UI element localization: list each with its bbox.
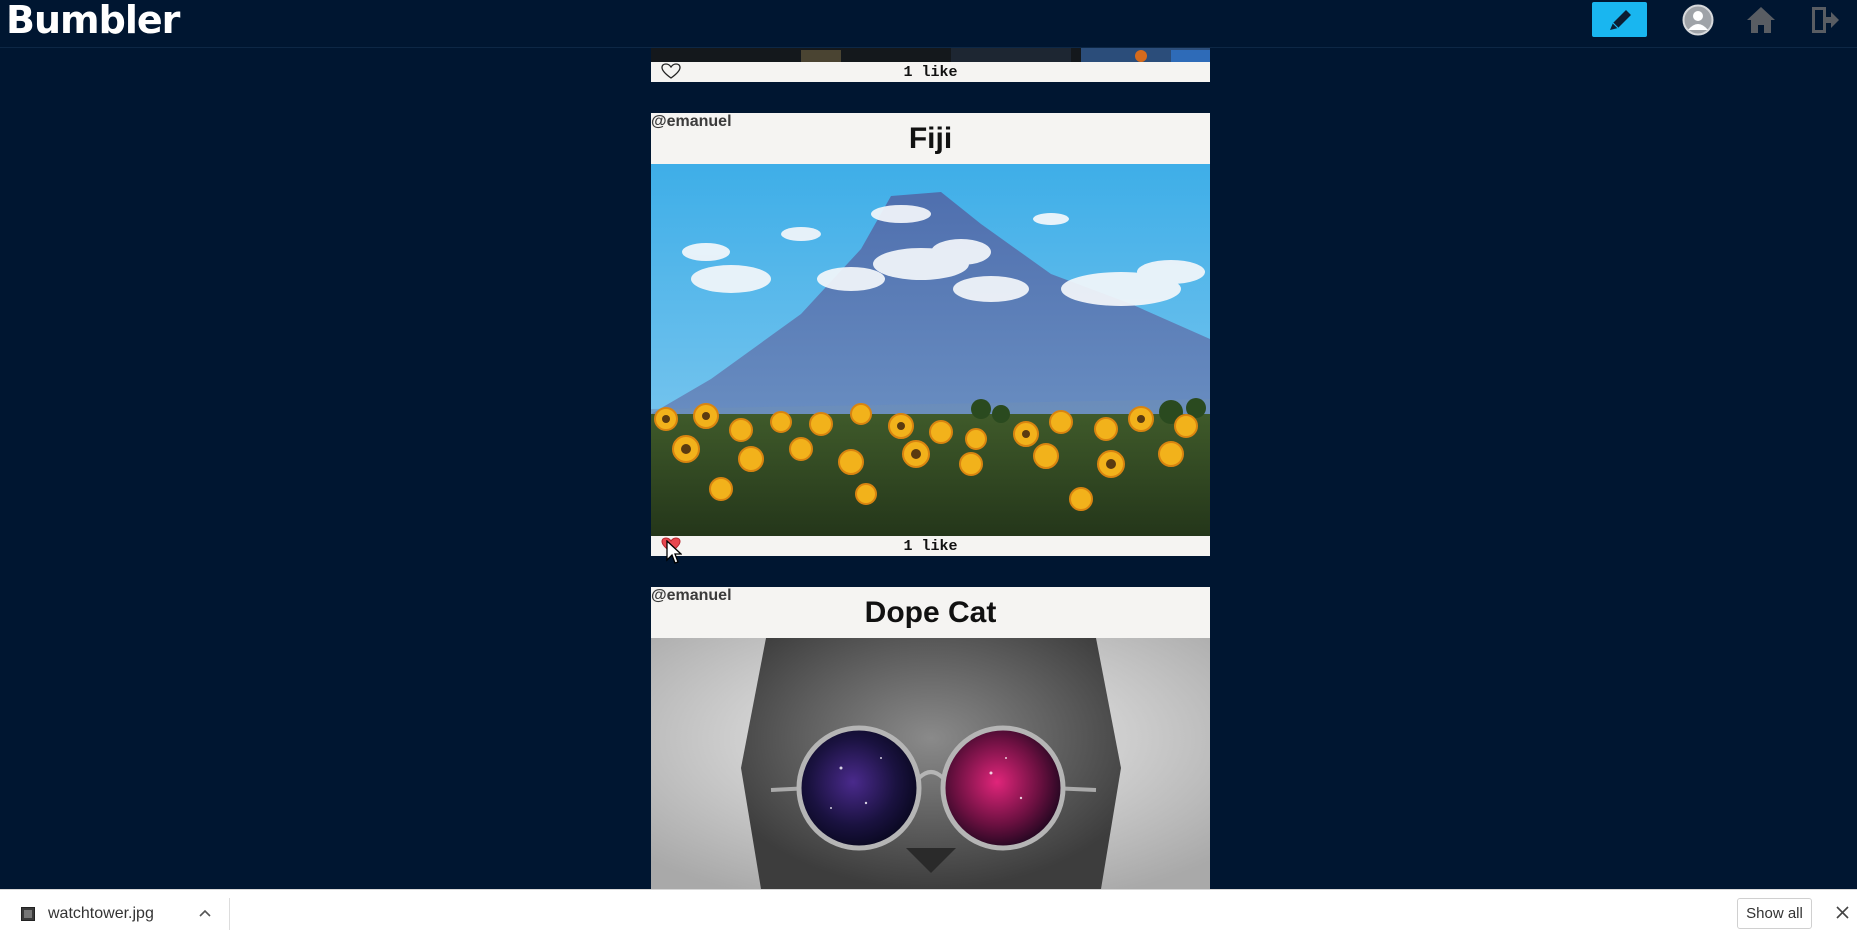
top-nav: Bumbler — [0, 0, 1857, 48]
image-file-icon — [21, 907, 35, 921]
download-bar: watchtower.jpg Show all — [0, 889, 1857, 938]
pencil-icon — [1610, 10, 1631, 30]
divider — [229, 898, 230, 930]
close-icon[interactable] — [1836, 906, 1849, 919]
post-image — [651, 164, 1210, 536]
post-title: Dope Cat — [864, 596, 997, 629]
like-bar: 1 like — [651, 62, 1210, 82]
app-logo[interactable]: Bumbler — [6, 0, 180, 42]
post-card: @emanuel Fiji 1 like — [651, 113, 1210, 556]
show-all-button[interactable]: Show all — [1737, 898, 1812, 929]
mouse-cursor-icon — [666, 540, 682, 564]
profile-icon[interactable] — [1682, 4, 1714, 36]
like-count: 1 like — [903, 64, 958, 81]
like-count: 1 like — [903, 538, 958, 555]
home-icon[interactable] — [1745, 4, 1777, 36]
chevron-up-icon[interactable] — [199, 909, 211, 917]
post-card: @emanuel Dope Cat — [651, 587, 1210, 889]
post-card: 1 like — [651, 48, 1210, 82]
post-image — [651, 48, 1210, 62]
like-bar: 1 like — [651, 536, 1210, 556]
post-image — [651, 638, 1210, 889]
post-title: Fiji — [908, 122, 953, 155]
new-post-button[interactable] — [1592, 2, 1647, 37]
logout-icon[interactable] — [1809, 4, 1841, 36]
download-filename[interactable]: watchtower.jpg — [48, 905, 154, 923]
